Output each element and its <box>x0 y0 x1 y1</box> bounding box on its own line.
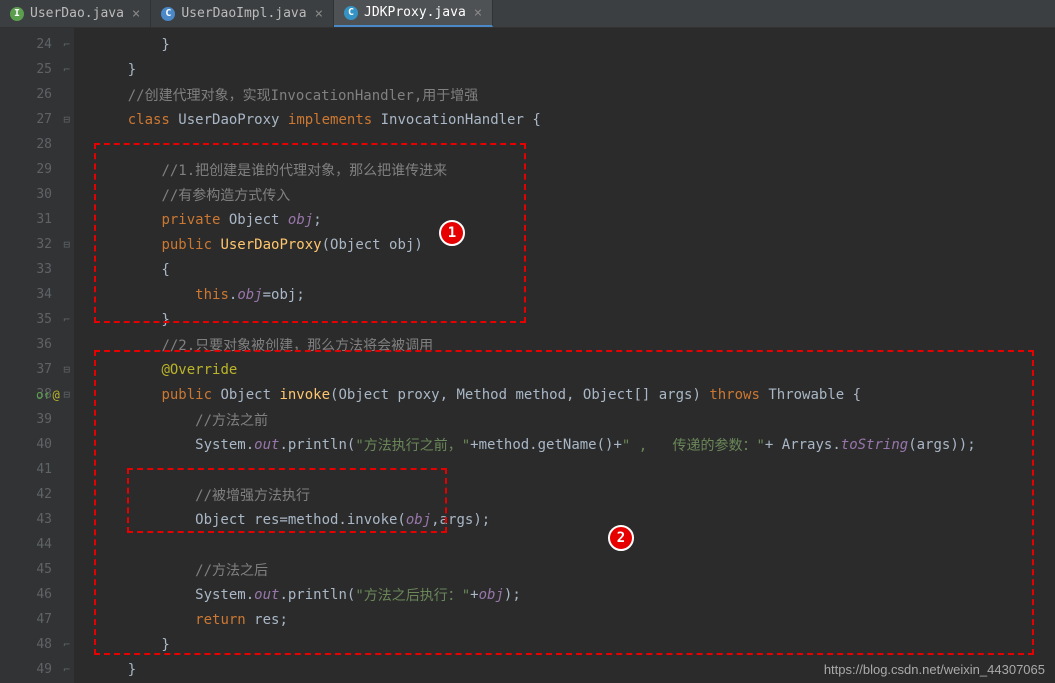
code-line: //方法之后 <box>94 557 1055 582</box>
code-line: return res; <box>94 607 1055 632</box>
gutter-line: 49⌐ <box>0 657 74 682</box>
fold-end-icon: ⌐ <box>63 38 70 51</box>
gutter-line: 38⊟o↑ @ <box>0 382 74 407</box>
code-line: public Object invoke(Object proxy, Metho… <box>94 382 1055 407</box>
gutter-line: 25⌐ <box>0 57 74 82</box>
code-line: //1.把创建是谁的代理对象，那么把谁传进来 <box>94 157 1055 182</box>
gutter-line: 32⊟ <box>0 232 74 257</box>
close-icon[interactable]: × <box>474 5 482 21</box>
gutter-line: 29 <box>0 157 74 182</box>
code-line: class UserDaoProxy implements Invocation… <box>94 107 1055 132</box>
gutter-line: 40 <box>0 432 74 457</box>
gutter-line: 30 <box>0 182 74 207</box>
code-line: this.obj=obj; <box>94 282 1055 307</box>
code-line: Object res=method.invoke(obj,args); <box>94 507 1055 532</box>
code-line: private Object obj; <box>94 207 1055 232</box>
close-icon[interactable]: × <box>315 6 323 22</box>
code-line: } <box>94 57 1055 82</box>
code-line: @Override <box>94 357 1055 382</box>
close-icon[interactable]: × <box>132 6 140 22</box>
editor-area: 24⌐25⌐2627⊟2829303132⊟333435⌐3637⊟38⊟o↑ … <box>0 28 1055 683</box>
fold-end-icon: ⌐ <box>63 63 70 76</box>
fold-icon[interactable]: ⊟ <box>63 363 70 376</box>
class-icon: C <box>344 6 358 20</box>
code-line: //创建代理对象，实现InvocationHandler,用于增强 <box>94 82 1055 107</box>
fold-icon[interactable]: ⊟ <box>63 113 70 126</box>
code-line: System.out.println("方法之后执行："+obj); <box>94 582 1055 607</box>
gutter: 24⌐25⌐2627⊟2829303132⊟333435⌐3637⊟38⊟o↑ … <box>0 28 74 683</box>
gutter-line: 43 <box>0 507 74 532</box>
tab-label: JDKProxy.java <box>364 5 466 20</box>
fold-icon[interactable]: ⊟ <box>63 388 70 401</box>
tab-jdkproxy[interactable]: C JDKProxy.java × <box>334 0 493 27</box>
code-line <box>94 457 1055 482</box>
code-line: //有参构造方式传入 <box>94 182 1055 207</box>
code-line <box>94 132 1055 157</box>
code-line: { <box>94 257 1055 282</box>
class-icon: C <box>161 7 175 21</box>
gutter-line: 47 <box>0 607 74 632</box>
gutter-line: 44 <box>0 532 74 557</box>
gutter-line: 37⊟ <box>0 357 74 382</box>
code-line: //2.只要对象被创建，那么方法将会被调用 <box>94 332 1055 357</box>
fold-end-icon: ⌐ <box>63 638 70 651</box>
code-line: } <box>94 307 1055 332</box>
gutter-line: 34 <box>0 282 74 307</box>
gutter-line: 48⌐ <box>0 632 74 657</box>
gutter-line: 36 <box>0 332 74 357</box>
tab-label: UserDaoImpl.java <box>181 6 306 21</box>
code-line: System.out.println("方法执行之前，"+method.getN… <box>94 432 1055 457</box>
tab-userdaoimpl[interactable]: C UserDaoImpl.java × <box>151 0 334 27</box>
gutter-line: 33 <box>0 257 74 282</box>
tab-label: UserDao.java <box>30 6 124 21</box>
code-line <box>94 532 1055 557</box>
code-line: public UserDaoProxy(Object obj) <box>94 232 1055 257</box>
watermark: https://blog.csdn.net/weixin_44307065 <box>824 662 1045 677</box>
fold-end-icon: ⌐ <box>63 663 70 676</box>
tab-userdao[interactable]: I UserDao.java × <box>0 0 151 27</box>
gutter-line: 45 <box>0 557 74 582</box>
gutter-line: 31 <box>0 207 74 232</box>
override-gutter-icon[interactable]: o↑ @ <box>36 388 60 402</box>
gutter-line: 24⌐ <box>0 32 74 57</box>
gutter-line: 35⌐ <box>0 307 74 332</box>
gutter-line: 27⊟ <box>0 107 74 132</box>
gutter-line: 41 <box>0 457 74 482</box>
code-line: //方法之前 <box>94 407 1055 432</box>
fold-end-icon: ⌐ <box>63 313 70 326</box>
interface-icon: I <box>10 7 24 21</box>
gutter-line: 46 <box>0 582 74 607</box>
code-line: } <box>94 32 1055 57</box>
code-area[interactable]: } } //创建代理对象，实现InvocationHandler,用于增强 cl… <box>74 28 1055 683</box>
editor-tabs: I UserDao.java × C UserDaoImpl.java × C … <box>0 0 1055 28</box>
fold-icon[interactable]: ⊟ <box>63 238 70 251</box>
gutter-line: 28 <box>0 132 74 157</box>
gutter-line: 39 <box>0 407 74 432</box>
gutter-line: 42 <box>0 482 74 507</box>
code-line: //被增强方法执行 <box>94 482 1055 507</box>
code-line: } <box>94 632 1055 657</box>
gutter-line: 26 <box>0 82 74 107</box>
